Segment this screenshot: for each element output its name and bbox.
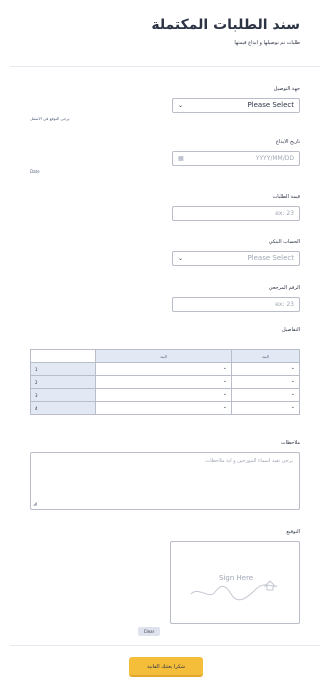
footer-divider <box>10 645 320 646</box>
table-row: 3 ⌄ ⌄ <box>30 388 300 402</box>
chevron-down-icon: ⌄ <box>222 365 227 371</box>
chevron-down-icon: ⌄ <box>290 365 295 371</box>
orders-value-field: قيمة الطلبات ex: 23 <box>30 194 300 221</box>
table-cell-dropdown[interactable]: ⌄ <box>95 375 232 389</box>
chevron-down-icon: ⌄ <box>222 391 227 397</box>
signature-field: التوقيع Sign Here <box>30 529 300 624</box>
chevron-down-icon: ⌄ <box>290 378 295 384</box>
deposit-date-input[interactable]: YYYY/MM/DD ▦ <box>172 151 300 166</box>
chevron-down-icon: ⌄ <box>290 391 295 397</box>
table-column-header: البند <box>95 349 232 363</box>
notes-field: ملاحظات يرجى تقيد اسماء المورحين و اية م… <box>30 440 300 510</box>
details-table: البند البند 1 ⌄ ⌄ 2 ⌄ ⌄ 3 ⌄ ⌄ 4 ⌄ ⌄ <box>30 349 300 415</box>
table-cell-dropdown[interactable]: ⌄ <box>95 388 232 402</box>
table-row: 4 ⌄ ⌄ <box>30 401 300 415</box>
reference-label: الرقم المرجعي <box>268 285 300 291</box>
table-row: 2 ⌄ ⌄ <box>30 375 300 389</box>
chevron-down-icon: ⌄ <box>290 404 295 410</box>
table-column-header: البند <box>231 349 300 363</box>
bank-account-placeholder: Please Select <box>247 254 294 262</box>
deposit-date-label: تاريخ الايداع <box>275 139 300 145</box>
chevron-down-icon: ⌄ <box>178 255 184 262</box>
header-divider <box>10 66 320 67</box>
chevron-down-icon: ⌄ <box>222 378 227 384</box>
table-row-header: 1 <box>30 362 96 376</box>
chevron-down-icon: ⌄ <box>178 102 184 109</box>
table-cell-dropdown[interactable]: ⌄ <box>95 362 232 376</box>
calendar-icon[interactable]: ▦ <box>178 152 184 165</box>
table-cell-dropdown[interactable]: ⌄ <box>231 375 300 389</box>
notes-label: ملاحظات <box>280 440 300 446</box>
delivery-field: جهة التوصيل Please Select ⌄ يرجى التوقع … <box>30 86 300 121</box>
signature-label: التوقيع <box>286 529 300 535</box>
form-subtitle: طلبات تم توصيلها و ايداع قيمتها <box>234 40 300 46</box>
form-header: سند الطلبات المكتملة طلبات تم توصيلها و … <box>10 0 320 64</box>
delivery-select[interactable]: Please Select ⌄ <box>172 98 300 113</box>
table-header-row: البند البند <box>30 349 300 363</box>
table-cell-dropdown[interactable]: ⌄ <box>231 401 300 415</box>
bank-account-label: الحساب البنكي <box>268 239 300 245</box>
deposit-date-placeholder: YYYY/MM/DD <box>255 155 294 162</box>
delivery-select-value: Please Select <box>247 101 294 109</box>
submit-button[interactable]: شكرا بعثتك الفاتية <box>129 657 203 677</box>
delivery-sublabel: يرجى التوقع في الاسفل <box>30 116 70 121</box>
table-row-header: 3 <box>30 388 96 402</box>
table-corner <box>30 349 96 363</box>
table-cell-dropdown[interactable]: ⌄ <box>95 401 232 415</box>
table-cell-dropdown[interactable]: ⌄ <box>231 388 300 402</box>
table-row-header: 2 <box>30 375 96 389</box>
orders-value-placeholder: ex: 23 <box>275 210 294 217</box>
bank-account-select[interactable]: Please Select ⌄ <box>172 251 300 266</box>
details-field: التفاصيل البند البند 1 ⌄ ⌄ 2 ⌄ ⌄ 3 ⌄ ⌄ 4… <box>30 327 300 415</box>
reference-field: الرقم المرجعي ex: 23 <box>30 285 300 312</box>
form-title: سند الطلبات المكتملة <box>151 17 300 33</box>
notes-placeholder: يرجى تقيد اسماء المورحين و اية ملاحظات <box>205 458 293 464</box>
signature-scribble-icon <box>190 580 278 601</box>
orders-value-label: قيمة الطلبات <box>272 194 300 200</box>
delivery-label: جهة التوصيل <box>273 86 300 92</box>
details-label: التفاصيل <box>281 327 300 333</box>
notes-textarea[interactable]: يرجى تقيد اسماء المورحين و اية ملاحظات ◢ <box>30 452 300 510</box>
resize-handle-icon[interactable]: ◢ <box>33 501 37 507</box>
deposit-date-field: تاريخ الايداع YYYY/MM/DD ▦ Date <box>30 139 300 174</box>
table-row: 1 ⌄ ⌄ <box>30 362 300 376</box>
reference-input[interactable]: ex: 23 <box>172 297 300 312</box>
clear-signature-button[interactable]: Clear <box>138 627 160 636</box>
chevron-down-icon: ⌄ <box>222 404 227 410</box>
deposit-date-sublabel: Date <box>30 169 40 174</box>
signature-pad[interactable]: Sign Here <box>170 541 300 624</box>
bank-account-field: الحساب البنكي Please Select ⌄ <box>30 239 300 266</box>
orders-value-input[interactable]: ex: 23 <box>172 206 300 221</box>
table-cell-dropdown[interactable]: ⌄ <box>231 362 300 376</box>
table-row-header: 4 <box>30 401 96 415</box>
reference-placeholder: ex: 23 <box>275 301 294 308</box>
